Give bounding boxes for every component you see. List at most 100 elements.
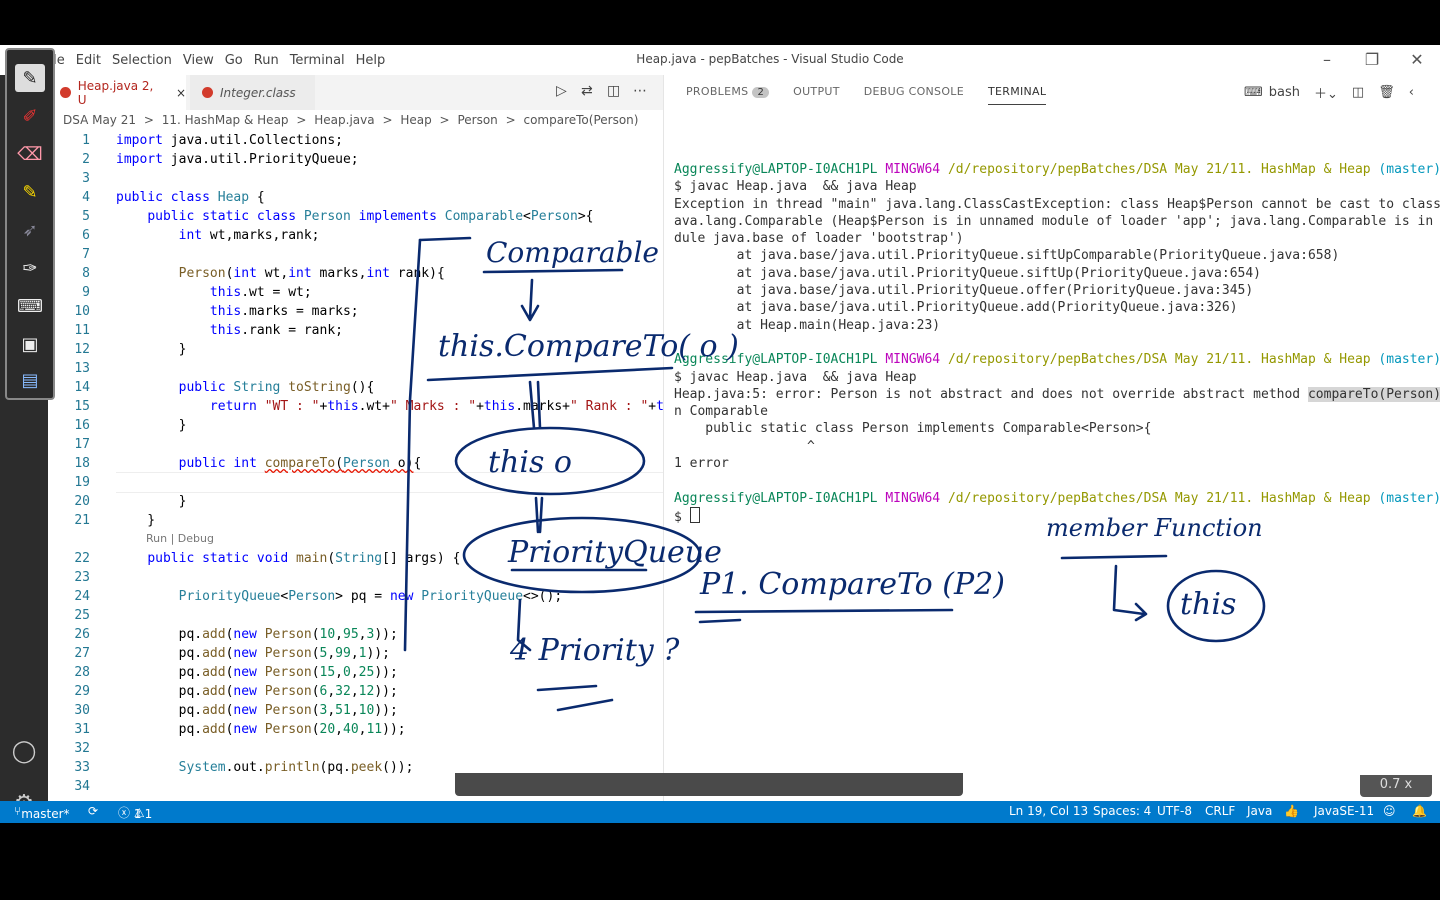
- terminal-line: at java.base/java.util.PriorityQueue.add…: [674, 300, 1238, 316]
- menu-help[interactable]: Help: [355, 53, 387, 68]
- code-line: 20 }: [74, 494, 187, 509]
- new-terminal-icon[interactable]: ＋⌄: [1314, 83, 1338, 102]
- problems-status[interactable]: ⓧ 1 ⚠ 1: [118, 804, 152, 821]
- terminal-prompt: Aggressify@LAPTOP-I0ACH1PL MINGW64 /d/re…: [674, 490, 1440, 506]
- menu-run[interactable]: Run: [253, 53, 280, 68]
- status-bar: ⑂ master* ⟳ ⓧ 1 ⚠ 1 Ln 19, Col 13 Spaces…: [0, 801, 1440, 823]
- branch-status[interactable]: ⑂ master*: [14, 804, 70, 821]
- code-line: 28 pq.add(new Person(15,0,25));: [74, 665, 398, 680]
- minimize-icon[interactable]: –: [1312, 49, 1342, 71]
- code-line: 25: [74, 608, 90, 623]
- terminal-input-line[interactable]: $: [674, 506, 1434, 525]
- chevron-right-icon: >: [382, 113, 393, 127]
- terminal-line: at java.base/java.util.PriorityQueue.sif…: [674, 265, 1261, 281]
- feedback-icon[interactable]: ☺: [1383, 804, 1396, 818]
- code-line: 31 pq.add(new Person(20,40,11));: [74, 722, 406, 737]
- terminal-prompt: Aggressify@LAPTOP-I0ACH1PL MINGW64 /d/re…: [674, 352, 1440, 368]
- error-icon: [202, 87, 213, 98]
- code-line: 13: [74, 361, 90, 376]
- code-line: 12 }: [74, 342, 187, 357]
- run-icon[interactable]: ▷: [556, 83, 567, 99]
- tab-terminal[interactable]: TERMINAL: [987, 85, 1047, 105]
- breadcrumb-item[interactable]: 11. HashMap & Heap: [162, 113, 289, 127]
- code-line: 18 public int compareTo(Person o){: [74, 456, 422, 471]
- menu-view[interactable]: View: [182, 53, 215, 68]
- code-line: 27 pq.add(new Person(5,99,1));: [74, 646, 390, 661]
- chevron-left-icon[interactable]: ‹: [1409, 85, 1414, 100]
- breadcrumb-item[interactable]: Heap: [400, 113, 431, 127]
- code-line: 8 Person(int wt,int marks,int rank){: [82, 266, 445, 281]
- split-editor-icon[interactable]: ◫: [607, 83, 620, 99]
- desktop-icon[interactable]: ▤: [15, 366, 45, 394]
- code-line: 29 pq.add(new Person(6,32,12));: [74, 684, 398, 699]
- tab-label: Integer.class: [220, 85, 296, 100]
- keyboard-icon[interactable]: ⌨: [15, 292, 45, 320]
- chevron-right-icon: >: [296, 113, 307, 127]
- eraser-icon[interactable]: ⌫: [15, 140, 45, 168]
- editor-tabs: Heap.java 2, U × Integer.class ▷ ⇄ ◫ ⋯: [48, 75, 663, 110]
- code-line: 15 return "WT : "+this.wt+" Marks : "+th…: [74, 399, 663, 414]
- menu-bar: File Edit Selection View Go Run Terminal…: [42, 45, 395, 75]
- cursor-position[interactable]: Ln 19, Col 13: [1009, 804, 1088, 818]
- tab-label: Heap.java 2, U: [77, 78, 154, 107]
- terminal-icon: ⌨: [1244, 85, 1263, 100]
- split-terminal-icon[interactable]: ◫: [1352, 85, 1364, 100]
- code-line: 5 public static class Person implements …: [82, 209, 594, 224]
- code-line: 30 pq.add(new Person(3,51,10));: [74, 703, 398, 718]
- breadcrumb-item[interactable]: DSA May 21: [63, 113, 136, 127]
- shell-name[interactable]: bash: [1269, 85, 1300, 100]
- tab-output[interactable]: OUTPUT: [793, 85, 840, 105]
- terminal-panel: PROBLEMS 2 OUTPUT DEBUG CONSOLE TERMINAL …: [663, 75, 1440, 801]
- chevron-right-icon: >: [439, 113, 450, 127]
- window-title: Heap.java - pepBatches - Visual Studio C…: [636, 52, 904, 66]
- language-mode[interactable]: Java: [1247, 804, 1272, 818]
- code-line: 1 import java.util.Collections;: [82, 133, 343, 148]
- run-debug-codelens[interactable]: Run | Debug: [146, 532, 214, 545]
- more-actions-icon[interactable]: ⋯: [633, 83, 647, 99]
- pointer-icon[interactable]: ➶: [15, 216, 45, 244]
- bell-icon[interactable]: 🔔: [1412, 804, 1427, 818]
- restore-icon[interactable]: ❐: [1357, 49, 1387, 71]
- highlighter-icon[interactable]: ✎: [15, 178, 45, 206]
- tab-problems[interactable]: PROBLEMS 2: [686, 85, 770, 105]
- encoding[interactable]: UTF-8: [1157, 804, 1192, 818]
- breadcrumb-item[interactable]: Person: [457, 113, 497, 127]
- close-window-icon[interactable]: ✕: [1402, 49, 1432, 71]
- code-line: 4 public class Heap {: [82, 190, 265, 205]
- line-ending[interactable]: CRLF: [1205, 804, 1235, 818]
- pen-icon[interactable]: ✎: [15, 64, 45, 92]
- code-line: 23: [74, 570, 90, 585]
- java-version[interactable]: JavaSE-11: [1314, 804, 1374, 818]
- terminal-line: Heap.java:5: error: Person is not abstra…: [674, 386, 1440, 402]
- code-editor[interactable]: 1 import java.util.Collections; 2 import j…: [48, 131, 663, 801]
- menu-terminal[interactable]: Terminal: [289, 53, 346, 68]
- color-picker-icon[interactable]: ✑: [15, 254, 45, 282]
- sync-icon[interactable]: ⟳: [88, 804, 98, 818]
- tab-heap-java[interactable]: Heap.java 2, U ×: [48, 75, 186, 110]
- marker-icon[interactable]: ✐: [15, 102, 45, 130]
- compare-icon[interactable]: ⇄: [581, 83, 593, 99]
- breadcrumb: DSA May 21 > 11. HashMap & Heap > Heap.j…: [63, 113, 642, 127]
- close-tab-icon[interactable]: ×: [176, 86, 186, 100]
- breadcrumb-item[interactable]: Heap.java: [314, 113, 374, 127]
- terminal-line: 1 error: [674, 456, 729, 472]
- tab-integer-class[interactable]: Integer.class: [190, 75, 315, 110]
- thumbs-up-icon[interactable]: 👍: [1284, 804, 1299, 818]
- terminal-output[interactable]: Aggressify@LAPTOP-I0ACH1PL MINGW64 /d/re…: [674, 161, 1440, 525]
- menu-edit[interactable]: Edit: [75, 53, 102, 68]
- indentation[interactable]: Spaces: 4: [1093, 804, 1151, 818]
- pen-dock: [455, 773, 963, 796]
- breadcrumb-item[interactable]: compareTo(Person): [523, 113, 638, 127]
- code-line: 32: [74, 741, 90, 756]
- panel-tabs: PROBLEMS 2 OUTPUT DEBUG CONSOLE TERMINAL: [686, 85, 1070, 105]
- menu-selection[interactable]: Selection: [111, 53, 173, 68]
- screen-icon[interactable]: ▣: [15, 330, 45, 358]
- code-line: 9 this.wt = wt;: [82, 285, 312, 300]
- trash-icon[interactable]: 🗑: [1378, 85, 1395, 100]
- menu-go[interactable]: Go: [224, 53, 244, 68]
- tab-debug-console[interactable]: DEBUG CONSOLE: [864, 85, 964, 105]
- code-line: 6 int wt,marks,rank;: [82, 228, 320, 243]
- panel-actions: ⌨ bash ＋⌄ ◫ 🗑 ‹: [1244, 83, 1428, 102]
- account-icon[interactable]: ◯: [9, 737, 39, 767]
